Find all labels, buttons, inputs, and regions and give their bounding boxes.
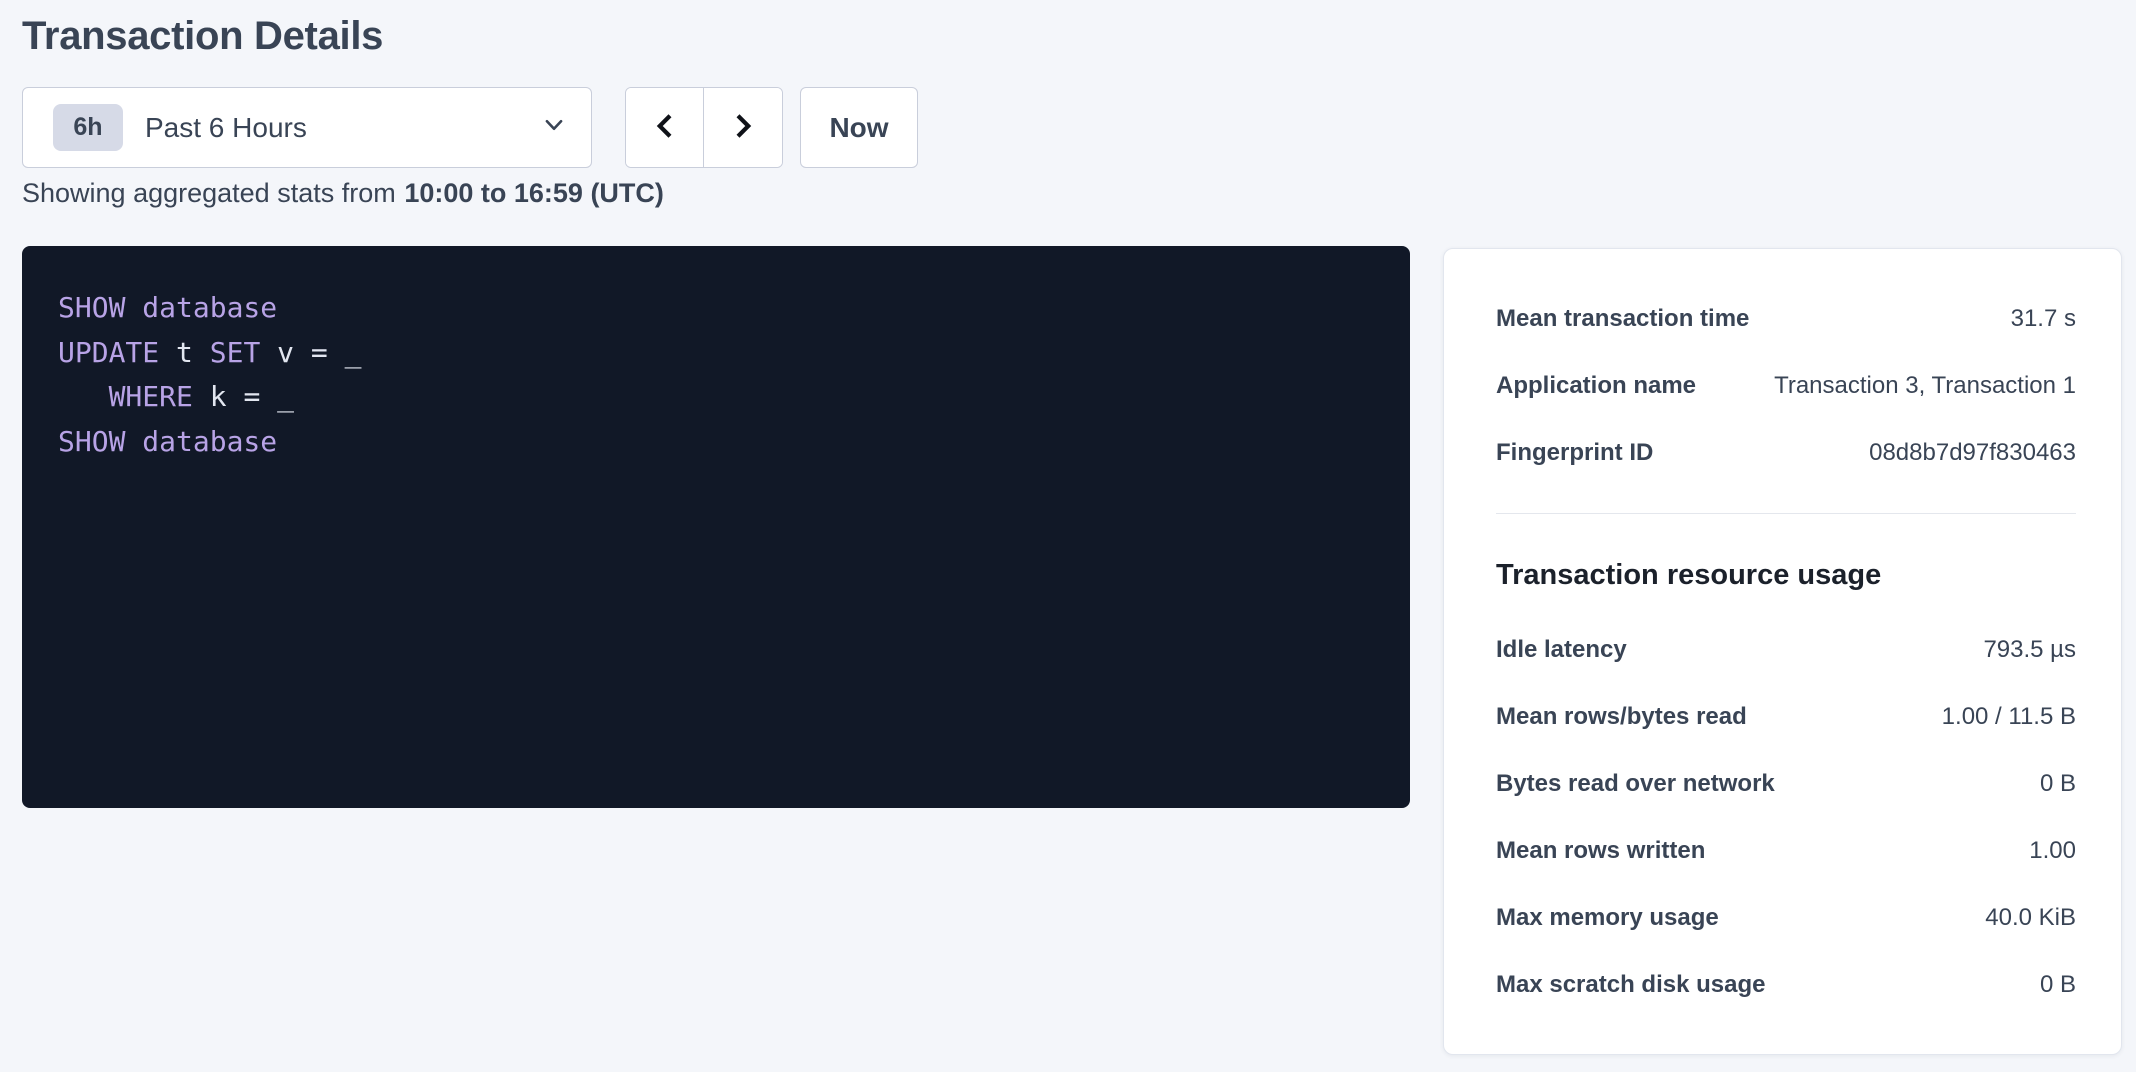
- stat-row: Max scratch disk usage 0 B: [1496, 951, 2076, 1018]
- stat-label: Max memory usage: [1496, 904, 1719, 932]
- stat-value: 0 B: [2040, 770, 2076, 798]
- stat-row: Mean rows/bytes read 1.00 / 11.5 B: [1496, 683, 2076, 750]
- stat-value: 31.7 s: [2011, 305, 2076, 333]
- stats-range: 10:00 to 16:59 (UTC): [404, 178, 664, 208]
- sql-token: v = _: [260, 336, 361, 369]
- stat-row: Mean transaction time 31.7 s: [1496, 285, 2076, 352]
- chevron-left-icon: [651, 112, 679, 143]
- sql-token: WHERE: [109, 380, 193, 413]
- time-nav-button-group: [625, 87, 783, 168]
- stat-row: Max memory usage 40.0 KiB: [1496, 884, 2076, 951]
- stats-prefix: Showing aggregated stats from: [22, 178, 396, 208]
- now-button[interactable]: Now: [800, 87, 918, 168]
- next-time-button[interactable]: [704, 88, 782, 167]
- prev-time-button[interactable]: [626, 88, 704, 167]
- sql-token: SET: [210, 336, 261, 369]
- stat-label: Application name: [1496, 372, 1696, 400]
- stat-value: 793.5 µs: [1983, 636, 2076, 664]
- transaction-summary-card: Mean transaction time 31.7 s Application n…: [1443, 248, 2122, 1055]
- stat-value: 40.0 KiB: [1985, 904, 2076, 932]
- sql-token: [58, 380, 109, 413]
- stat-label: Mean rows/bytes read: [1496, 703, 1747, 731]
- stat-row: Application name Transaction 3, Transacti…: [1496, 352, 2076, 419]
- stat-value: 1.00 / 11.5 B: [1942, 703, 2076, 731]
- summary-rows: Mean transaction time 31.7 s Application n…: [1496, 285, 2076, 486]
- sql-line: UPDATE t SET v = _: [58, 331, 1374, 376]
- stat-value: 1.00: [2029, 837, 2076, 865]
- sql-line: SHOW database: [58, 286, 1374, 331]
- stat-label: Mean rows written: [1496, 837, 1705, 865]
- stat-label: Max scratch disk usage: [1496, 971, 1765, 999]
- sql-token: UPDATE: [58, 336, 159, 369]
- stat-row: Bytes read over network 0 B: [1496, 750, 2076, 817]
- transaction-details-page: Transaction Details 6h Past 6 Hours Now …: [0, 0, 2136, 1072]
- chevron-right-icon: [729, 112, 757, 143]
- sql-token: k = _: [193, 380, 294, 413]
- stat-label: Idle latency: [1496, 636, 1627, 664]
- sql-statement-box: SHOW database UPDATE t SET v = _ WHERE k …: [22, 246, 1410, 808]
- time-range-badge: 6h: [53, 104, 123, 151]
- page-title: Transaction Details: [22, 12, 383, 60]
- sql-token: SHOW database: [58, 291, 277, 324]
- aggregated-stats-text: Showing aggregated stats from 10:00 to 16…: [22, 176, 664, 210]
- time-range-label: Past 6 Hours: [145, 112, 307, 144]
- stat-label: Mean transaction time: [1496, 305, 1749, 333]
- stat-row: Mean rows written 1.00: [1496, 817, 2076, 884]
- stat-value: Transaction 3, Transaction 1: [1774, 372, 2076, 400]
- sql-line: SHOW database: [58, 420, 1374, 465]
- stat-value: 08d8b7d97f830463: [1869, 439, 2076, 467]
- resource-usage-rows: Idle latency 793.5 µs Mean rows/bytes read…: [1496, 616, 2076, 1018]
- time-controls: 6h Past 6 Hours Now: [22, 87, 918, 168]
- stat-row: Idle latency 793.5 µs: [1496, 616, 2076, 683]
- sql-statement-text: SHOW database UPDATE t SET v = _ WHERE k …: [58, 286, 1374, 464]
- divider: [1496, 513, 2076, 514]
- sql-token: t: [159, 336, 210, 369]
- resource-usage-heading: Transaction resource usage: [1496, 560, 2076, 590]
- stat-value: 0 B: [2040, 971, 2076, 999]
- stat-label: Bytes read over network: [1496, 770, 1775, 798]
- time-range-select[interactable]: 6h Past 6 Hours: [22, 87, 592, 168]
- sql-line: WHERE k = _: [58, 375, 1374, 420]
- stat-label: Fingerprint ID: [1496, 439, 1653, 467]
- stat-row: Fingerprint ID 08d8b7d97f830463: [1496, 419, 2076, 486]
- sql-token: SHOW database: [58, 425, 277, 458]
- chevron-down-icon: [541, 112, 567, 143]
